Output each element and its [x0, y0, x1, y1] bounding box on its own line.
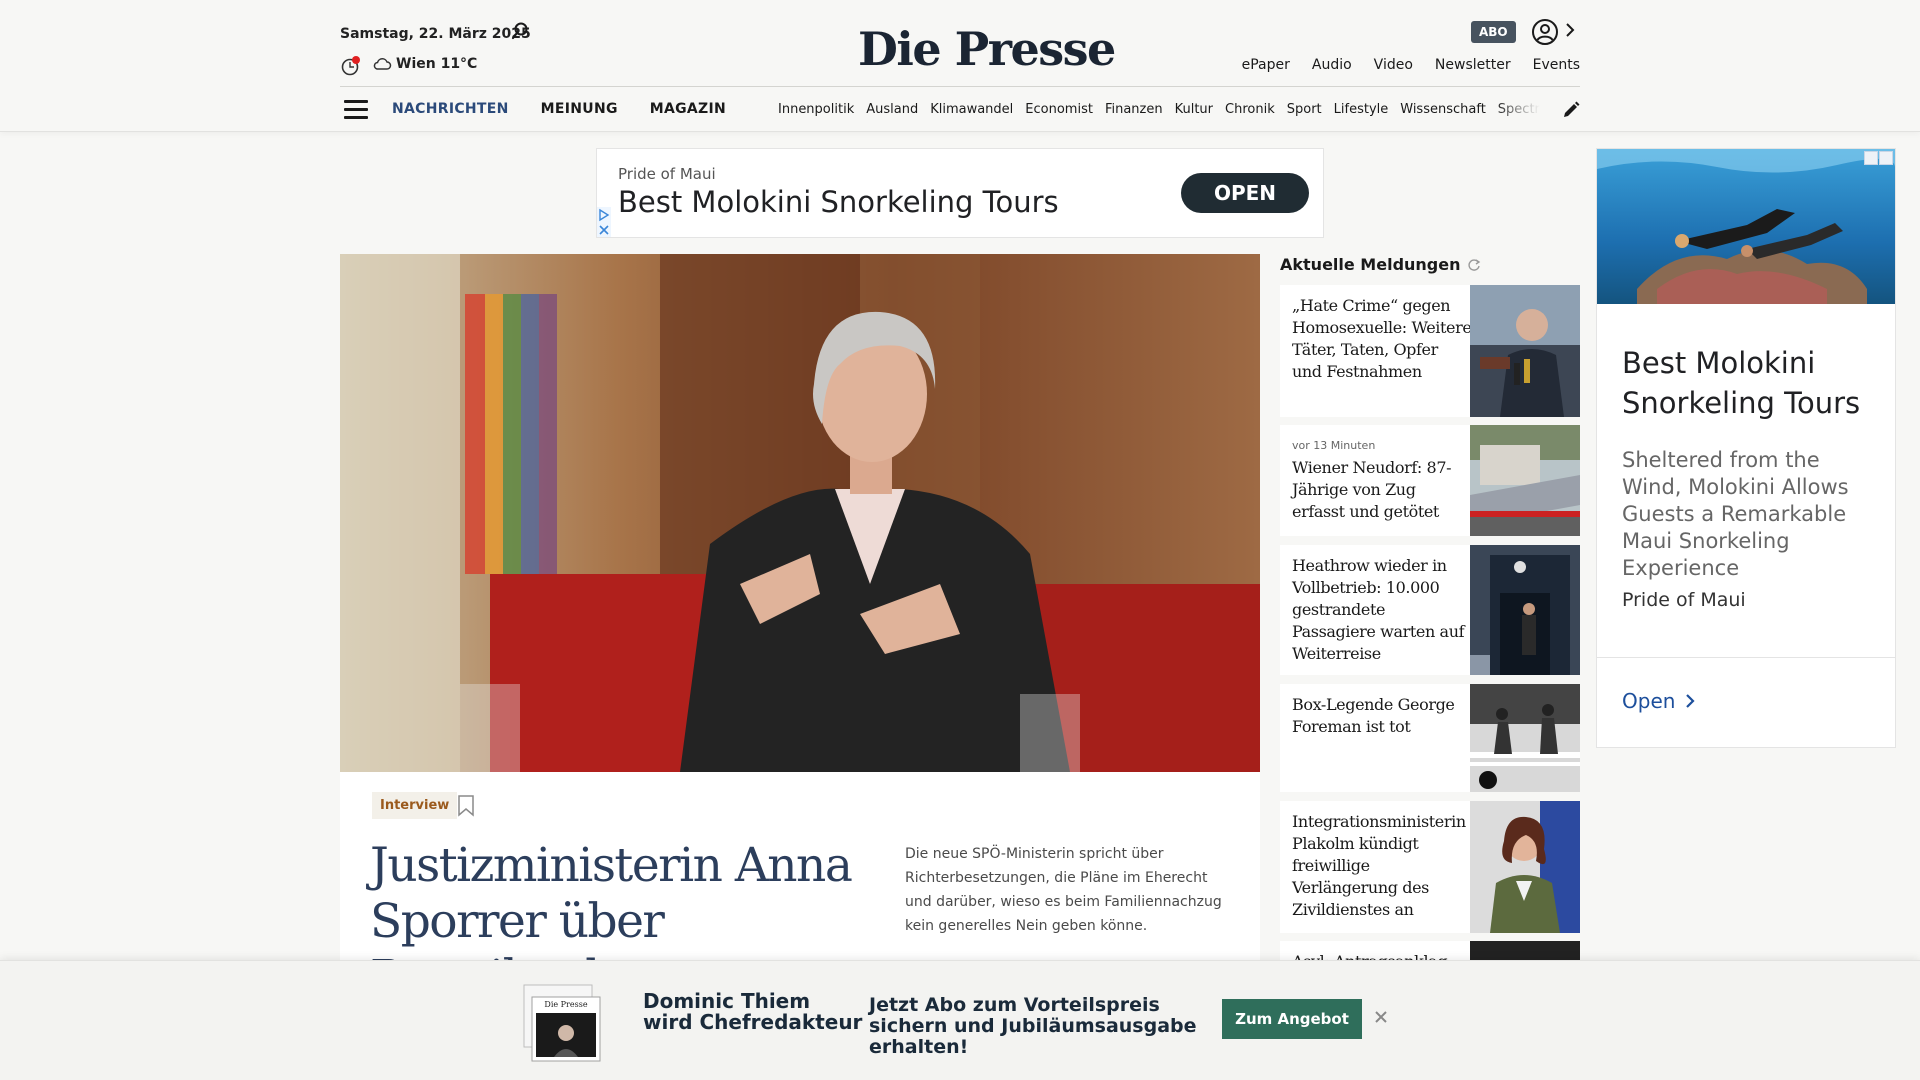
user-account-icon[interactable] [1531, 18, 1559, 46]
refresh-icon[interactable] [1467, 258, 1481, 272]
weather-label: Wien 11°C [396, 56, 478, 72]
news-item[interactable]: Heathrow wieder in Vollbetrieb: 10.000 g… [1280, 545, 1580, 675]
news-item[interactable]: Box-Legende George Foreman ist tot [1280, 684, 1580, 792]
news-item-text[interactable]: Wiener Neudorf: 87-Jährige von Zug erfas… [1292, 457, 1472, 523]
paper-masthead: Die Presse [544, 1000, 587, 1009]
close-icon[interactable] [1373, 1009, 1389, 1025]
news-item[interactable]: vor 13 Minuten Wiener Neudorf: 87-Jährig… [1280, 425, 1580, 536]
current-date: Samstag, 22. März 2025 [340, 26, 531, 42]
news-item-thumbnail [1470, 425, 1580, 536]
section-kultur[interactable]: Kultur [1175, 102, 1213, 117]
section-economist[interactable]: Economist [1025, 102, 1093, 117]
weather-widget[interactable]: Wien 11°C [372, 56, 477, 72]
link-newsletter[interactable]: Newsletter [1435, 57, 1511, 73]
lead-teaser: Die neue SPÖ-Ministerin spricht über Ric… [905, 846, 1222, 934]
section-wissenschaft[interactable]: Wissenschaft [1400, 102, 1486, 117]
main-nav: NACHRICHTEN MEINUNG MAGAZIN [392, 101, 726, 117]
news-item-text[interactable]: „Hate Crime“ gegen Homosexuelle: Weitere… [1292, 295, 1472, 383]
news-item-thumbnail [1470, 545, 1580, 675]
subscription-banner: Die Presse Dominic Thiem wird Chefredakt… [0, 960, 1920, 1080]
section-chronik[interactable]: Chronik [1225, 102, 1275, 117]
nav-magazin[interactable]: MAGAZIN [650, 101, 726, 117]
article-tag[interactable]: Interview [372, 792, 458, 819]
ad-skyscraper[interactable]: Best Molokini Snorkeling Tours Sheltered… [1596, 148, 1896, 748]
zum-angebot-button[interactable]: Zum Angebot [1222, 999, 1362, 1039]
notification-bell-icon[interactable] [340, 55, 362, 77]
ad-photo[interactable] [1597, 149, 1895, 304]
news-item-text[interactable]: Integrationsministerin Plakolm kündigt f… [1292, 811, 1472, 921]
ad-divider [1597, 657, 1895, 658]
ad-right-open-link[interactable]: Open [1622, 689, 1695, 713]
ad-right-description: Sheltered from the Wind, Molokini Allows… [1622, 448, 1849, 580]
section-finanzen[interactable]: Finanzen [1105, 102, 1163, 117]
ad-right-brand: Pride of Maui [1622, 589, 1746, 611]
section-klimawandel[interactable]: Klimawandel [930, 102, 1013, 117]
nav-divider [340, 86, 1580, 87]
news-item-thumbnail [1470, 285, 1580, 417]
news-item-text[interactable]: Box-Legende George Foreman ist tot [1292, 694, 1472, 738]
ad-info-icon[interactable] [1864, 151, 1878, 165]
ad-title[interactable]: Best Molokini Snorkeling Tours [618, 185, 1059, 219]
news-section-title: Aktuelle Meldungen [1280, 255, 1481, 274]
site-logo[interactable]: Die Presse [858, 22, 1116, 76]
cloud-icon [373, 58, 392, 70]
bookmark-icon[interactable] [456, 794, 476, 818]
news-item-time: vor 13 Minuten [1292, 439, 1376, 452]
nav-meinung[interactable]: MEINUNG [541, 101, 618, 117]
section-ausland[interactable]: Ausland [866, 102, 918, 117]
link-epaper[interactable]: ePaper [1242, 57, 1290, 73]
pencil-icon[interactable] [1561, 100, 1581, 120]
abo-button[interactable]: ABO [1471, 21, 1516, 43]
site-header: Samstag, 22. März 2025 Wien 11°C Die Pre… [0, 0, 1920, 132]
section-nav: Innenpolitik Ausland Klimawandel Economi… [778, 102, 1540, 117]
nav-nachrichten[interactable]: NACHRICHTEN [392, 101, 509, 117]
news-item[interactable]: Integrationsministerin Plakolm kündigt f… [1280, 801, 1580, 933]
link-events[interactable]: Events [1533, 57, 1580, 73]
ad-right-open-label: Open [1622, 689, 1676, 713]
news-title-label: Aktuelle Meldungen [1280, 255, 1461, 274]
link-video[interactable]: Video [1374, 57, 1413, 73]
ad-right-title[interactable]: Best Molokini Snorkeling Tours [1622, 343, 1882, 423]
section-sport[interactable]: Sport [1287, 102, 1322, 117]
search-icon[interactable] [510, 21, 530, 41]
menu-hamburger-icon[interactable] [344, 100, 368, 120]
ad-close-controls [1864, 151, 1893, 165]
ad-close-icon[interactable] [1879, 151, 1893, 165]
ad-open-button[interactable]: OPEN [1181, 173, 1309, 213]
news-item-thumbnail [1470, 941, 1580, 960]
news-item-thumbnail [1470, 684, 1580, 792]
lead-article-image[interactable] [340, 254, 1260, 772]
chevron-right-icon[interactable] [1564, 20, 1576, 40]
news-item-text[interactable]: Asyl: Antragsanklag… [1292, 951, 1472, 960]
news-item-thumbnail [1470, 801, 1580, 933]
ad-brand: Pride of Maui [618, 165, 716, 183]
newspaper-illustration: Die Presse [523, 984, 601, 1062]
banner-headline: Dominic Thiem wird Chefredakteur [643, 989, 863, 1034]
ad-banner-top[interactable]: Pride of Maui Best Molokini Snorkeling T… [596, 148, 1324, 238]
top-links: ePaper Audio Video Newsletter Events [1242, 57, 1580, 73]
link-audio[interactable]: Audio [1312, 57, 1352, 73]
news-item-text[interactable]: Heathrow wieder in Vollbetrieb: 10.000 g… [1292, 555, 1472, 665]
lead-article: Interview Justizministerin Anna Sporrer … [340, 254, 1260, 1005]
section-lifestyle[interactable]: Lifestyle [1334, 102, 1389, 117]
section-innenpolitik[interactable]: Innenpolitik [778, 102, 854, 117]
news-item[interactable]: Asyl: Antragsanklag… [1280, 941, 1580, 960]
banner-offer: Jetzt Abo zum Vorteilspreis sichern und … [869, 994, 1197, 1058]
chevron-right-icon [1686, 694, 1695, 708]
ad-choices-icon[interactable] [597, 207, 611, 237]
section-spectrum[interactable]: Spectrum [1498, 102, 1540, 117]
news-item[interactable]: „Hate Crime“ gegen Homosexuelle: Weitere… [1280, 285, 1580, 417]
